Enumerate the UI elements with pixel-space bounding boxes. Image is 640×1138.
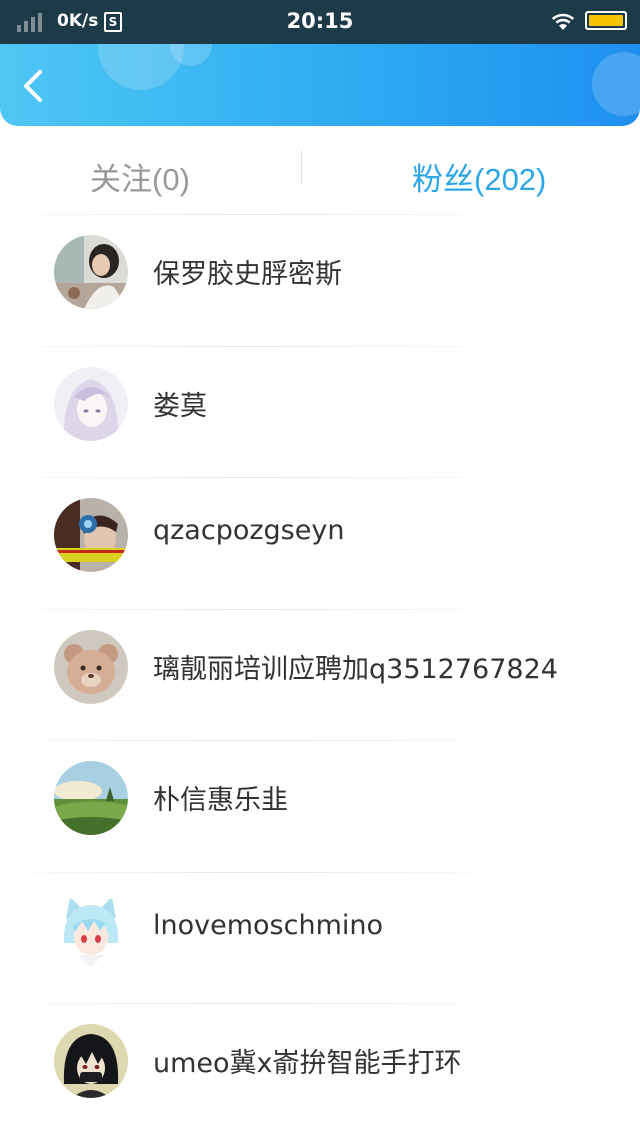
avatar[interactable] <box>54 498 128 572</box>
follower-name: 娄莫 <box>153 390 207 422</box>
avatar-anime-catboy-icon <box>54 892 128 967</box>
follower-name: lnovemoschmino <box>153 909 384 941</box>
avatar-girl-photo-icon <box>54 235 128 309</box>
list-item[interactable]: 朴信惠乐韭 <box>0 740 640 872</box>
chevron-left-icon <box>24 70 42 102</box>
divider <box>28 740 478 741</box>
follower-name: 保罗胶史脬密斯 <box>153 259 342 290</box>
list-item[interactable]: qzacpozgseyn <box>0 477 640 609</box>
clock: 20:15 <box>286 9 354 33</box>
avatar-anime-dark-hair-icon <box>54 1024 128 1098</box>
header-bar <box>0 44 640 126</box>
list-item[interactable]: 璃靓丽培训应聘加q3512767824 <box>0 608 640 741</box>
follower-name: 朴信惠乐韭 <box>153 785 288 816</box>
divider <box>28 477 478 478</box>
list-item[interactable]: lnovemoschmino <box>0 871 640 1004</box>
status-bar: 0K/s S 20:15 <box>0 0 640 44</box>
follower-name: umeo冀x嵛拚智能手打环 <box>153 1048 462 1079</box>
followers-list: 保罗胶史脬密斯 娄莫 qzacpozgseyn 璃靓丽培训应聘加q3512767… <box>0 214 640 1135</box>
avatar[interactable] <box>54 1024 128 1098</box>
avatar-anime-sketch-icon <box>54 366 128 441</box>
avatar[interactable] <box>54 761 128 835</box>
avatar-landscape-icon <box>54 761 128 835</box>
divider <box>28 345 478 347</box>
list-item[interactable]: 保罗胶史脬密斯 <box>0 214 640 346</box>
tab-divider <box>301 150 302 184</box>
back-button[interactable] <box>14 66 54 106</box>
follower-name: 璃靓丽培训应聘加q3512767824 <box>153 653 558 685</box>
tab-bar: 关注(0) 粉丝(202) <box>0 126 640 214</box>
wifi-icon <box>551 13 575 30</box>
tab-following[interactable]: 关注(0) <box>90 154 190 199</box>
avatar-person-photo-icon <box>54 498 128 572</box>
tab-followers[interactable]: 粉丝(202) <box>412 154 546 199</box>
divider <box>28 608 478 610</box>
decorative-bubble <box>592 52 640 116</box>
avatar[interactable] <box>54 629 128 704</box>
divider <box>28 214 478 215</box>
divider <box>28 871 478 873</box>
list-item[interactable]: 娄莫 <box>0 345 640 478</box>
avatar-teddy-bear-icon <box>54 629 128 704</box>
avatar[interactable] <box>54 235 128 309</box>
avatar[interactable] <box>54 366 128 441</box>
list-item[interactable]: umeo冀x嵛拚智能手打环 <box>0 1003 640 1135</box>
avatar[interactable] <box>54 892 128 967</box>
divider <box>28 1003 478 1004</box>
follower-name: qzacpozgseyn <box>153 515 345 546</box>
battery-icon <box>585 11 627 30</box>
